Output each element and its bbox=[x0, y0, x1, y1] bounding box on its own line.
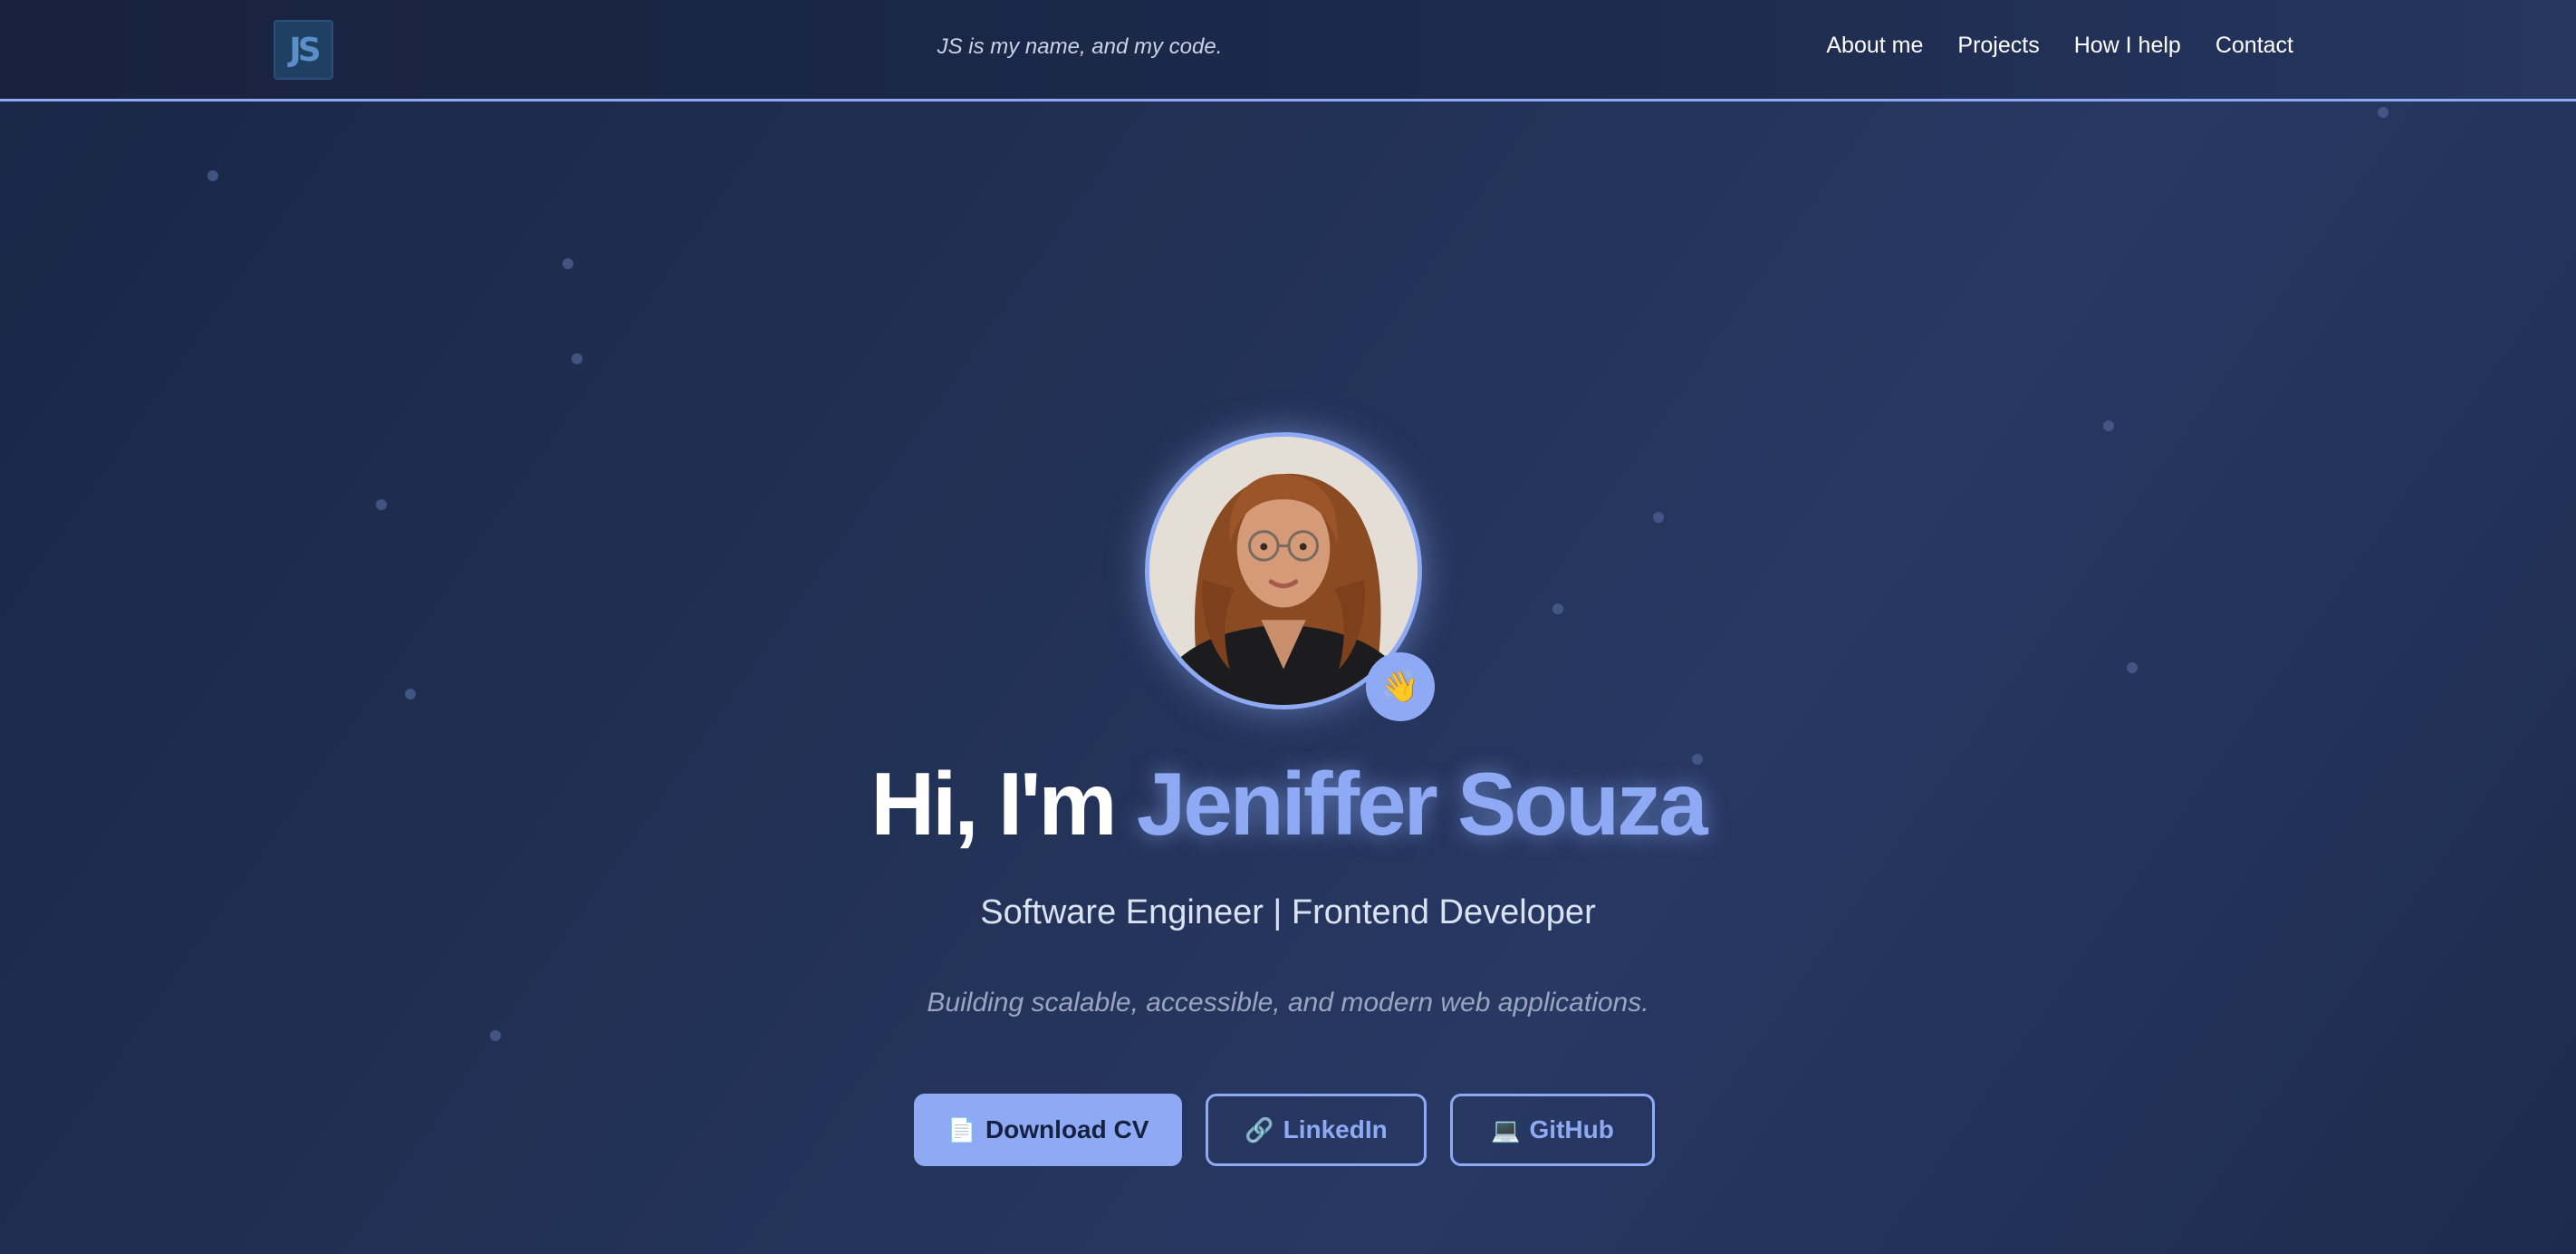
background-particle bbox=[2103, 420, 2114, 431]
github-label: GitHub bbox=[1529, 1115, 1614, 1143]
background-particle bbox=[2378, 107, 2389, 118]
document-icon: 📄 bbox=[947, 1115, 976, 1143]
nav-contact[interactable]: Contact bbox=[2216, 33, 2293, 59]
linkedin-button[interactable]: 🔗 LinkedIn bbox=[1206, 1094, 1427, 1166]
hero-name: Jeniffer Souza bbox=[1136, 754, 1708, 854]
background-particle bbox=[572, 353, 582, 364]
download-cv-button[interactable]: 📄 Download CV bbox=[914, 1094, 1182, 1166]
nav-about-me[interactable]: About me bbox=[1826, 33, 1923, 59]
hero-title: Hi, I'm Jeniffer Souza bbox=[0, 754, 2576, 854]
nav-how-i-help[interactable]: How I help bbox=[2074, 33, 2181, 59]
laptop-icon: 💻 bbox=[1491, 1115, 1521, 1143]
background-particle bbox=[562, 258, 573, 269]
background-particle bbox=[405, 689, 416, 699]
nav-projects[interactable]: Projects bbox=[1957, 33, 2039, 59]
hero-actions: 📄 Download CV 🔗 LinkedIn 💻 GitHub bbox=[914, 1094, 1655, 1166]
hero-greeting: Hi, I'm bbox=[870, 754, 1117, 854]
download-cv-label: Download CV bbox=[985, 1115, 1149, 1143]
main-nav: About me Projects How I help Contact bbox=[1826, 33, 2293, 59]
hero-description: Building scalable, accessible, and moder… bbox=[927, 988, 1649, 1018]
linkedin-label: LinkedIn bbox=[1283, 1115, 1388, 1143]
background-particle bbox=[490, 1030, 501, 1041]
github-button[interactable]: 💻 GitHub bbox=[1450, 1094, 1655, 1166]
background-particle bbox=[1552, 603, 1563, 614]
background-particle bbox=[207, 170, 218, 181]
site-header: JS JS is my name, and my code. About me … bbox=[0, 0, 2576, 101]
wave-icon: 👋 bbox=[1366, 652, 1435, 721]
link-icon: 🔗 bbox=[1245, 1115, 1274, 1143]
hero-role: Software Engineer | Frontend Developer bbox=[980, 893, 1596, 931]
background-particle bbox=[1653, 512, 1664, 523]
background-particle bbox=[376, 499, 387, 510]
background-particle bbox=[2127, 662, 2138, 673]
